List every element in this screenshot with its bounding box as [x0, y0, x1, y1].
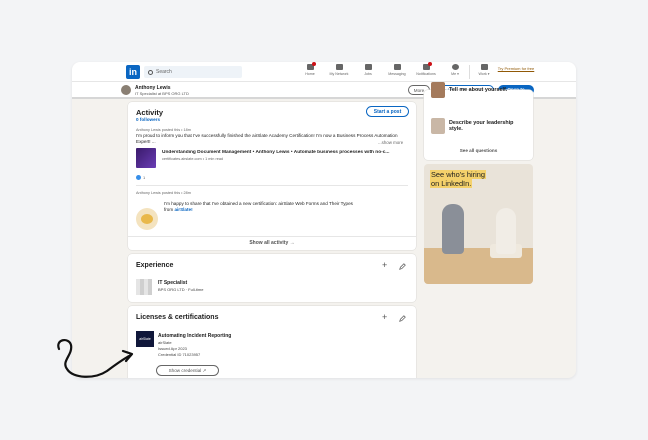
question-avatar — [431, 118, 445, 134]
nav-jobs[interactable]: Jobs — [355, 64, 381, 80]
app-window: in Search Home My Network Jobs Messaging… — [72, 62, 576, 378]
profile-headline: IT Specialist at BPS ORG LTD — [135, 91, 189, 96]
show-all-activity-button[interactable]: Show all activity → — [128, 236, 416, 250]
certification-issuer: airSlate — [158, 340, 172, 345]
nav-messaging[interactable]: Messaging — [384, 64, 410, 80]
network-icon — [335, 64, 343, 70]
questions-card: Tell me about yourself. Describe your le… — [424, 82, 533, 160]
experience-role: IT Specialist — [158, 280, 188, 286]
show-more-link[interactable]: ...show more — [378, 140, 403, 145]
search-icon — [148, 69, 153, 75]
activity-title: Activity — [136, 108, 164, 117]
question-item[interactable]: Describe your leadership style. — [431, 118, 517, 134]
ad-line-2: on LinkedIn. — [430, 179, 473, 188]
show-credential-button[interactable]: Show credential ↗ — [156, 365, 219, 376]
nav-my-network[interactable]: My Network — [326, 64, 352, 80]
company-logo[interactable] — [136, 279, 152, 295]
add-icon[interactable]: + — [382, 313, 387, 322]
premium-link[interactable]: Try Premium for free — [496, 66, 536, 71]
search-bar[interactable]: Search — [144, 66, 242, 78]
post-meta: Anthony Lewis posted this • 28m — [136, 191, 191, 195]
see-all-questions-link[interactable]: See all questions — [424, 148, 533, 153]
search-input[interactable]: Search — [156, 69, 172, 75]
add-icon[interactable]: + — [382, 261, 387, 270]
experience-title: Experience — [136, 262, 174, 269]
certification-title: Automating Incident Reporting — [158, 333, 232, 339]
nav-home[interactable]: Home — [297, 62, 323, 80]
experience-company: BPS ORG LTD · Full-time — [158, 287, 204, 292]
reactions[interactable]: 1 — [136, 175, 145, 180]
nav-notifications[interactable]: Notifications — [413, 62, 439, 80]
nav-network-label: My Network — [329, 72, 349, 76]
experience-card: Experience + IT Specialist BPS ORG LTD ·… — [128, 254, 416, 302]
shared-link-source: certificates.airslate.com • 1 min read — [162, 157, 224, 161]
nav-jobs-label: Jobs — [364, 72, 372, 76]
ad-line-1: See who's hiring — [430, 170, 486, 179]
notification-dot — [427, 62, 432, 66]
top-navigation: in Search Home My Network Jobs Messaging… — [72, 62, 576, 82]
question-text: Describe your leadership style. — [449, 119, 514, 133]
question-avatar — [431, 82, 445, 98]
nav-me[interactable]: Me ▾ — [442, 64, 468, 80]
post2-org-mention[interactable]: airSlate! — [174, 207, 192, 212]
credential-id: Credential ID 71023957 — [158, 352, 201, 357]
grid-icon — [480, 64, 488, 70]
licenses-card: Licenses & certifications + airSlate Aut… — [128, 306, 416, 378]
pencil-icon[interactable] — [399, 263, 406, 270]
link-thumbnail[interactable] — [136, 148, 156, 168]
ad-image-person — [496, 208, 516, 254]
home-icon — [306, 62, 316, 70]
question-text: Tell me about yourself. — [449, 86, 508, 93]
ad-headline: See who's hiring on LinkedIn. — [430, 170, 486, 188]
nav-messaging-label: Messaging — [388, 72, 406, 76]
jobs-icon — [364, 64, 372, 70]
licenses-title: Licenses & certifications — [136, 314, 219, 321]
nav-work-label: Work ▾ — [478, 72, 490, 76]
nav-notifications-label: Notifications — [416, 72, 436, 76]
pencil-icon[interactable] — [399, 315, 406, 322]
annotation-arrow-icon — [57, 339, 134, 378]
shared-link-title[interactable]: Understanding Document Management • Anth… — [162, 150, 408, 155]
post-divider — [136, 185, 408, 186]
question-item[interactable]: Tell me about yourself. — [431, 82, 517, 98]
bell-icon — [422, 62, 432, 70]
post-thumbnail[interactable] — [136, 208, 158, 230]
certification-issued: Issued Apr 2023 — [158, 346, 187, 351]
nav-me-label: Me ▾ — [451, 72, 459, 76]
reaction-count: 1 — [143, 175, 146, 180]
hiring-ad[interactable]: See who's hiring on LinkedIn. — [424, 164, 533, 284]
post-text: I'm proud to inform you that I've succes… — [136, 133, 398, 145]
messaging-icon — [393, 64, 401, 70]
avatar-icon — [451, 64, 459, 70]
like-icon — [136, 175, 141, 180]
post2-from: from — [164, 207, 174, 213]
ad-image-person — [442, 204, 464, 254]
post2-text: I'm happy to share that I've obtained a … — [164, 201, 353, 206]
nav-home-label: Home — [305, 72, 315, 76]
linkedin-logo[interactable]: in — [126, 65, 140, 79]
post-meta: Anthony Lewis posted this • 18m — [136, 128, 191, 132]
avatar[interactable] — [121, 85, 131, 95]
followers-link[interactable]: 0 followers — [136, 117, 160, 122]
activity-card: Activity 0 followers Start a post Anthon… — [128, 102, 416, 250]
nav-work[interactable]: Work ▾ — [471, 64, 497, 80]
post-text: I'm happy to share that I've obtained a … — [164, 201, 404, 213]
start-post-button[interactable]: Start a post — [366, 106, 409, 117]
notification-dot — [311, 62, 316, 66]
nav-divider — [469, 65, 470, 79]
